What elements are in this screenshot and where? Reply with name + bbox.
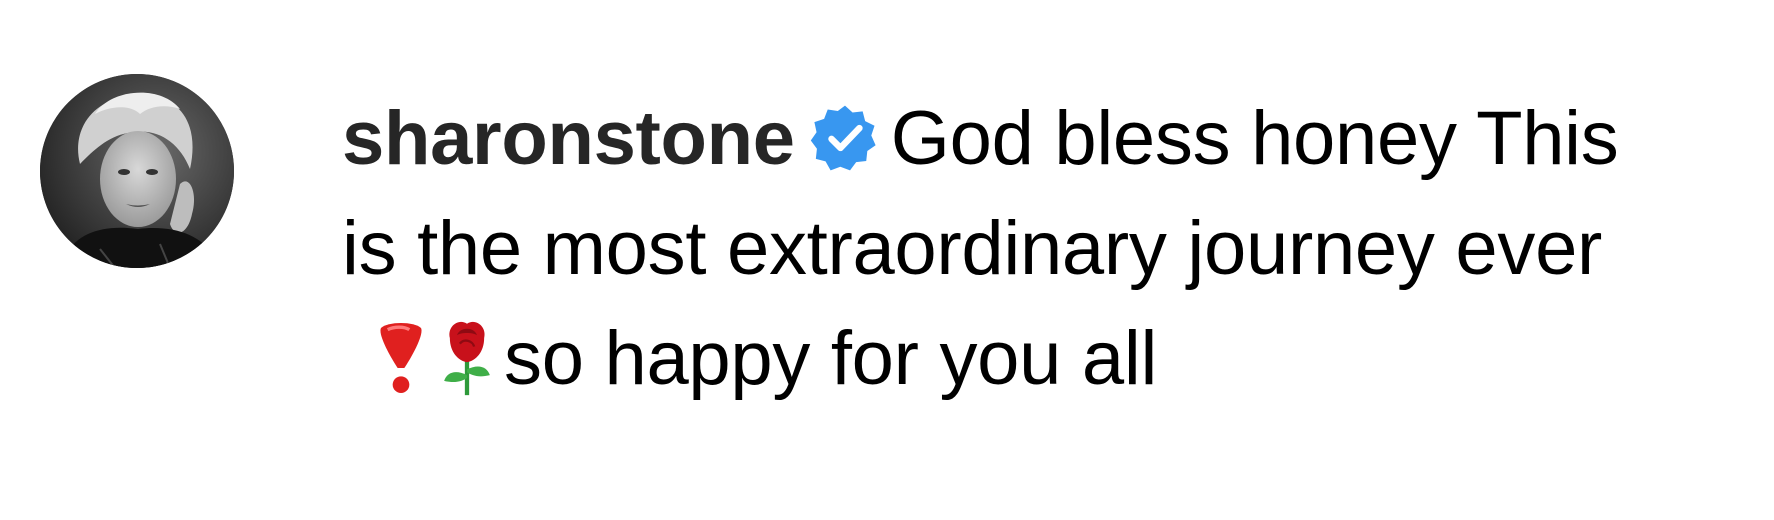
- heavy-exclamation-icon: [366, 318, 436, 398]
- profile-photo: [40, 74, 234, 268]
- comment: sharonstone God bless honey This is the …: [0, 0, 1774, 520]
- comment-text-part-2: so happy for you all: [504, 316, 1158, 401]
- verified-badge-icon: [809, 102, 881, 174]
- comment-body: sharonstone God bless honey This is the …: [342, 84, 1672, 414]
- avatar[interactable]: [40, 74, 234, 268]
- rose-icon: [432, 318, 502, 398]
- username-link[interactable]: sharonstone: [342, 96, 795, 181]
